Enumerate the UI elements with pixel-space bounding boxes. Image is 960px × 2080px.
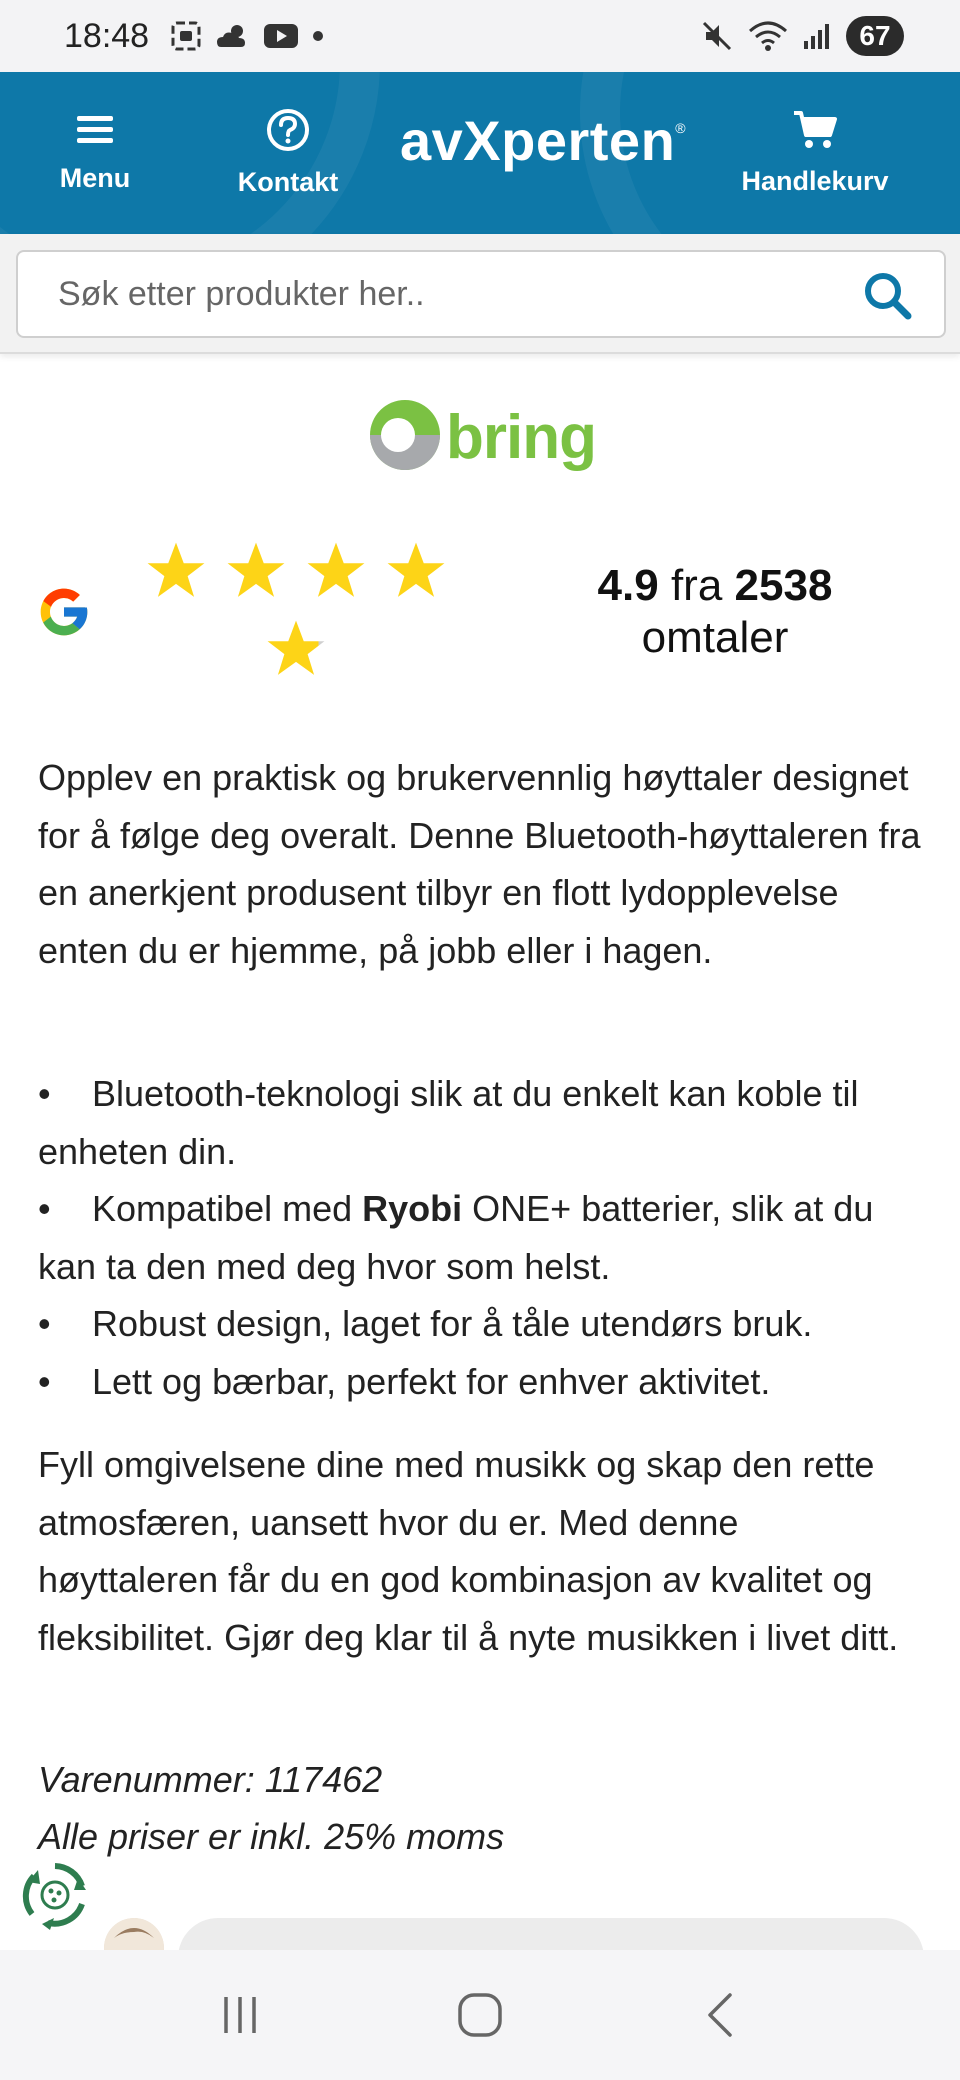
bring-text: bring [446, 403, 597, 472]
rating-reviews-word: omtaler [641, 613, 789, 662]
rating-summary: 4.9 fra 2538 omtaler [560, 560, 870, 664]
google-icon [36, 584, 92, 645]
search-box [16, 250, 946, 338]
status-time: 18:48 [64, 16, 150, 55]
logo-text: avXperten [400, 109, 676, 172]
star-icon [147, 542, 205, 597]
youtube-icon [263, 22, 299, 50]
help-circle-icon [266, 108, 310, 157]
wifi-icon [748, 19, 788, 53]
system-nav-bar [0, 1950, 960, 2080]
search-bar [0, 234, 960, 354]
feature-text: Bluetooth-teknologi slik at du enkelt ka… [38, 1073, 859, 1172]
status-left-icons [169, 19, 325, 53]
battery-indicator: 67 [846, 16, 904, 56]
rating-score: 4.9 [597, 561, 659, 610]
rating-from: fra [670, 561, 723, 610]
rating-count: 2538 [734, 561, 833, 610]
feature-item: • Kompatibel med Ryobi ONE+ batterier, sl… [38, 1188, 874, 1287]
site-logo[interactable]: avXperten® [400, 108, 686, 173]
weather-icon [215, 21, 251, 51]
mute-icon [700, 19, 734, 53]
feature-text-pre: Kompatibel med [92, 1188, 363, 1229]
back-icon[interactable] [680, 1975, 760, 2055]
contact-button[interactable]: Kontakt [228, 72, 348, 234]
screenshot-icon [169, 19, 203, 53]
feature-item: • Bluetooth-teknologi slik at du enkelt k… [38, 1073, 859, 1172]
status-bar: 18:48 67 [0, 0, 960, 72]
logo-registered-mark: ® [675, 120, 687, 136]
feature-item: • Lett og bærbar, perfekt for enhver akti… [38, 1360, 771, 1402]
feature-item: • Robust design, laget for å tåle utendør… [38, 1303, 813, 1344]
bring-logo: bring [368, 398, 597, 477]
home-icon[interactable] [440, 1975, 520, 2055]
contact-label: Kontakt [237, 167, 339, 197]
search-input[interactable] [58, 274, 838, 314]
cart-button[interactable]: Handlekurv [732, 72, 898, 234]
hamburger-icon [74, 112, 116, 153]
cart-label: Handlekurv [741, 166, 889, 196]
star-icon [307, 542, 365, 597]
product-intro: Opplev en praktisk og brukervennlig høyt… [38, 757, 921, 971]
star-icon [227, 542, 285, 597]
search-icon[interactable] [862, 270, 914, 322]
feature-brand: Ryobi [362, 1188, 463, 1229]
recent-apps-icon[interactable] [200, 1975, 280, 2055]
status-right-icons: 67 [700, 16, 904, 56]
cart-icon [792, 109, 838, 156]
site-header: Menu Kontakt avXperten® Handlekurv [0, 72, 960, 234]
menu-label: Menu [59, 163, 131, 193]
bring-mark-icon [368, 398, 442, 477]
vat-line: Alle priser er inkl. 25% moms [38, 1816, 505, 1857]
feature-list: • Bluetooth-teknologi slik at du enkelt k… [38, 1065, 928, 1410]
feature-text: Robust design, laget for å tåle utendørs… [92, 1303, 813, 1344]
dot-icon [311, 29, 325, 43]
menu-button[interactable]: Menu [40, 72, 150, 234]
product-outro: Fyll omgivelsene dine med musikk og skap… [38, 1444, 899, 1658]
feature-text: Lett og bærbar, perfekt for enhver aktiv… [92, 1360, 771, 1402]
signal-icon [802, 21, 832, 51]
star-icon [387, 542, 445, 597]
sku-line: Varenummer: 117462 [38, 1759, 383, 1800]
star-half-icon [267, 620, 325, 675]
recycle-icon[interactable] [18, 1858, 92, 1932]
